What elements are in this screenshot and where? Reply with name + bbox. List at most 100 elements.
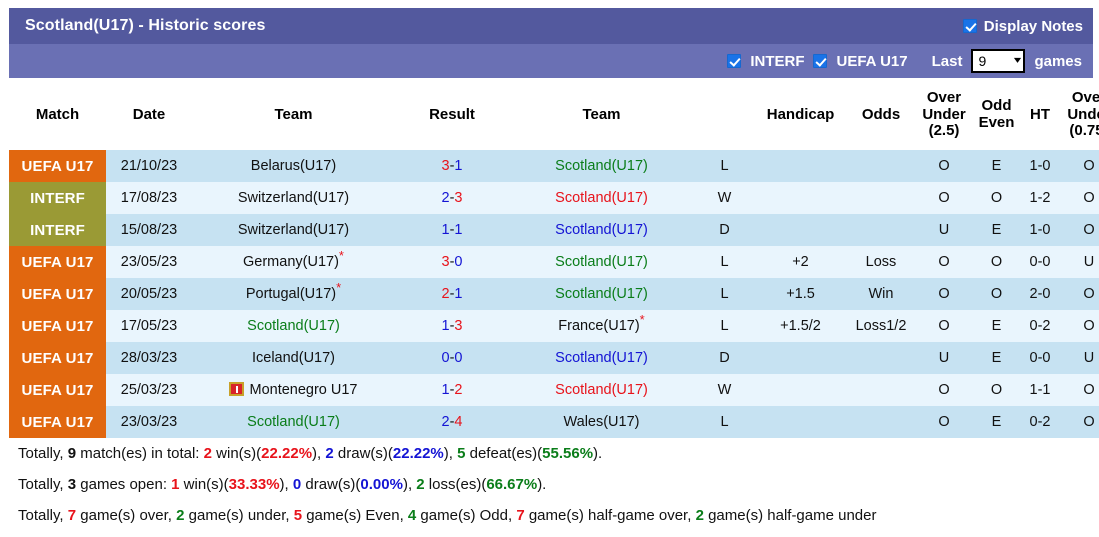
odd-even-value: E (972, 310, 1021, 342)
competition-badge[interactable]: UEFA U17 (9, 374, 106, 406)
halftime-score: 1-1 (1021, 374, 1059, 406)
team-name[interactable]: Wales(U17) (563, 414, 639, 430)
col-header-team-away[interactable]: Team (509, 80, 694, 150)
team-name[interactable]: Scotland(U17) (555, 350, 648, 366)
competition-badge[interactable]: UEFA U17 (9, 150, 106, 182)
uefa-checkbox[interactable] (813, 54, 828, 68)
team-name[interactable]: Scotland(U17) (247, 414, 340, 430)
competition-badge[interactable]: UEFA U17 (9, 278, 106, 310)
col-header-match[interactable]: Match (9, 80, 106, 150)
team-name[interactable]: Scotland(U17) (555, 158, 648, 174)
team-name[interactable]: Scotland(U17) (555, 222, 648, 238)
col-header-result[interactable]: Result (395, 80, 509, 150)
team-name[interactable]: Portugal(U17) (246, 286, 336, 302)
team-name[interactable]: Scotland(U17) (247, 318, 340, 334)
col-header-ht[interactable]: HT (1021, 80, 1059, 150)
col-header-odds[interactable]: Odds (846, 80, 916, 150)
home-team-cell[interactable]: Portugal(U17)* (192, 278, 395, 310)
home-team-cell[interactable]: Montenegro U17 (192, 374, 395, 406)
home-team-cell[interactable]: Scotland(U17) (192, 406, 395, 438)
odd-even-value: E (972, 150, 1021, 182)
away-team-cell[interactable]: Scotland(U17) (509, 214, 694, 246)
col-header-date[interactable]: Date (106, 80, 192, 150)
score-cell[interactable]: 0-0 (395, 342, 509, 374)
score-cell[interactable]: 2-4 (395, 406, 509, 438)
score-cell[interactable]: 1-1 (395, 214, 509, 246)
score-cell[interactable]: 1-2 (395, 374, 509, 406)
col-header-handicap[interactable]: Handicap (755, 80, 846, 150)
table-row[interactable]: INTERF 15/08/23 Switzerland(U17) 1-1 Scotlan… (9, 214, 1099, 246)
team-name[interactable]: Scotland(U17) (555, 382, 648, 398)
away-team-cell[interactable]: Scotland(U17) (509, 246, 694, 278)
team-name[interactable]: Belarus(U17) (251, 158, 336, 174)
interf-checkbox[interactable] (727, 54, 742, 68)
odds-result: Loss (846, 246, 916, 278)
table-row[interactable]: UEFA U17 23/05/23 Germany(U17)* 3-0 Scotland… (9, 246, 1099, 278)
competition-badge[interactable]: INTERF (9, 182, 106, 214)
interf-label: INTERF (750, 52, 805, 70)
table-row[interactable]: INTERF 17/08/23 Switzerland(U17) 2-3 Scotlan… (9, 182, 1099, 214)
odds-result (846, 374, 916, 406)
col-header-team-home[interactable]: Team (192, 80, 395, 150)
last-games-select[interactable]: 9 ▾ (971, 49, 1026, 73)
table-row[interactable]: UEFA U17 25/03/23 Montenegro U17 1-2 Scotlan… (9, 374, 1099, 406)
col-header-odd-even[interactable]: Odd Even (972, 80, 1021, 150)
col-header-over-under-075[interactable]: Over Under (0.75) (1059, 80, 1099, 150)
away-team-cell[interactable]: France(U17)* (509, 310, 694, 342)
odd-even-value: E (972, 214, 1021, 246)
display-notes-checkbox[interactable] (962, 19, 977, 33)
asterisk-marker: * (639, 312, 645, 328)
team-name[interactable]: France(U17) (558, 318, 639, 334)
table-row[interactable]: UEFA U17 20/05/23 Portugal(U17)* 2-1 Scotlan… (9, 278, 1099, 310)
away-team-cell[interactable]: Scotland(U17) (509, 374, 694, 406)
team-name[interactable]: Switzerland(U17) (238, 190, 349, 206)
away-team-cell[interactable]: Scotland(U17) (509, 278, 694, 310)
competition-badge[interactable]: UEFA U17 (9, 310, 106, 342)
last-label: Last (931, 52, 963, 70)
competition-badge[interactable]: INTERF (9, 214, 106, 246)
table-row[interactable]: UEFA U17 23/03/23 Scotland(U17) 2-4 Wales(U1… (9, 406, 1099, 438)
team-name[interactable]: Scotland(U17) (555, 190, 648, 206)
home-team-cell[interactable]: Belarus(U17) (192, 150, 395, 182)
s3-t4: game(s) Even, (302, 507, 408, 524)
display-notes-group[interactable]: Display Notes (962, 18, 1083, 35)
score-cell[interactable]: 3-1 (395, 150, 509, 182)
team-name[interactable]: Scotland(U17) (555, 286, 648, 302)
col-header-over-under-25[interactable]: Over Under (2.5) (916, 80, 972, 150)
outcome-indicator: D (694, 342, 755, 374)
s1-win-count: 2 (203, 445, 212, 462)
away-score: 4 (454, 414, 463, 430)
team-name[interactable]: Switzerland(U17) (238, 222, 349, 238)
handicap-value (755, 374, 846, 406)
home-team-cell[interactable]: Germany(U17)* (192, 246, 395, 278)
outcome-indicator: L (694, 246, 755, 278)
home-score: 1 (441, 222, 450, 238)
team-name[interactable]: Germany(U17) (243, 254, 339, 270)
table-row[interactable]: UEFA U17 28/03/23 Iceland(U17) 0-0 Scotland(… (9, 342, 1099, 374)
home-team-cell[interactable]: Switzerland(U17) (192, 182, 395, 214)
away-team-cell[interactable]: Scotland(U17) (509, 150, 694, 182)
halftime-score: 1-2 (1021, 182, 1059, 214)
score-cell[interactable]: 1-3 (395, 310, 509, 342)
team-name[interactable]: Scotland(U17) (555, 254, 648, 270)
competition-badge[interactable]: UEFA U17 (9, 246, 106, 278)
away-team-cell[interactable]: Scotland(U17) (509, 342, 694, 374)
handicap-value: +1.5 (755, 278, 846, 310)
score-cell[interactable]: 2-3 (395, 182, 509, 214)
home-team-cell[interactable]: Scotland(U17) (192, 310, 395, 342)
away-team-cell[interactable]: Scotland(U17) (509, 182, 694, 214)
competition-badge[interactable]: UEFA U17 (9, 342, 106, 374)
table-row[interactable]: UEFA U17 17/05/23 Scotland(U17) 1-3 France(U… (9, 310, 1099, 342)
s1-t1: Totally, (18, 445, 68, 462)
score-cell[interactable]: 2-1 (395, 278, 509, 310)
home-team-cell[interactable]: Switzerland(U17) (192, 214, 395, 246)
page-title: Scotland(U17) - Historic scores (25, 17, 266, 34)
team-name[interactable]: Montenegro U17 (249, 382, 357, 398)
score-cell[interactable]: 3-0 (395, 246, 509, 278)
away-team-cell[interactable]: Wales(U17) (509, 406, 694, 438)
team-name[interactable]: Iceland(U17) (252, 350, 335, 366)
halftime-score: 2-0 (1021, 278, 1059, 310)
competition-badge[interactable]: UEFA U17 (9, 406, 106, 438)
home-team-cell[interactable]: Iceland(U17) (192, 342, 395, 374)
table-row[interactable]: UEFA U17 21/10/23 Belarus(U17) 3-1 Scotland(… (9, 150, 1099, 182)
